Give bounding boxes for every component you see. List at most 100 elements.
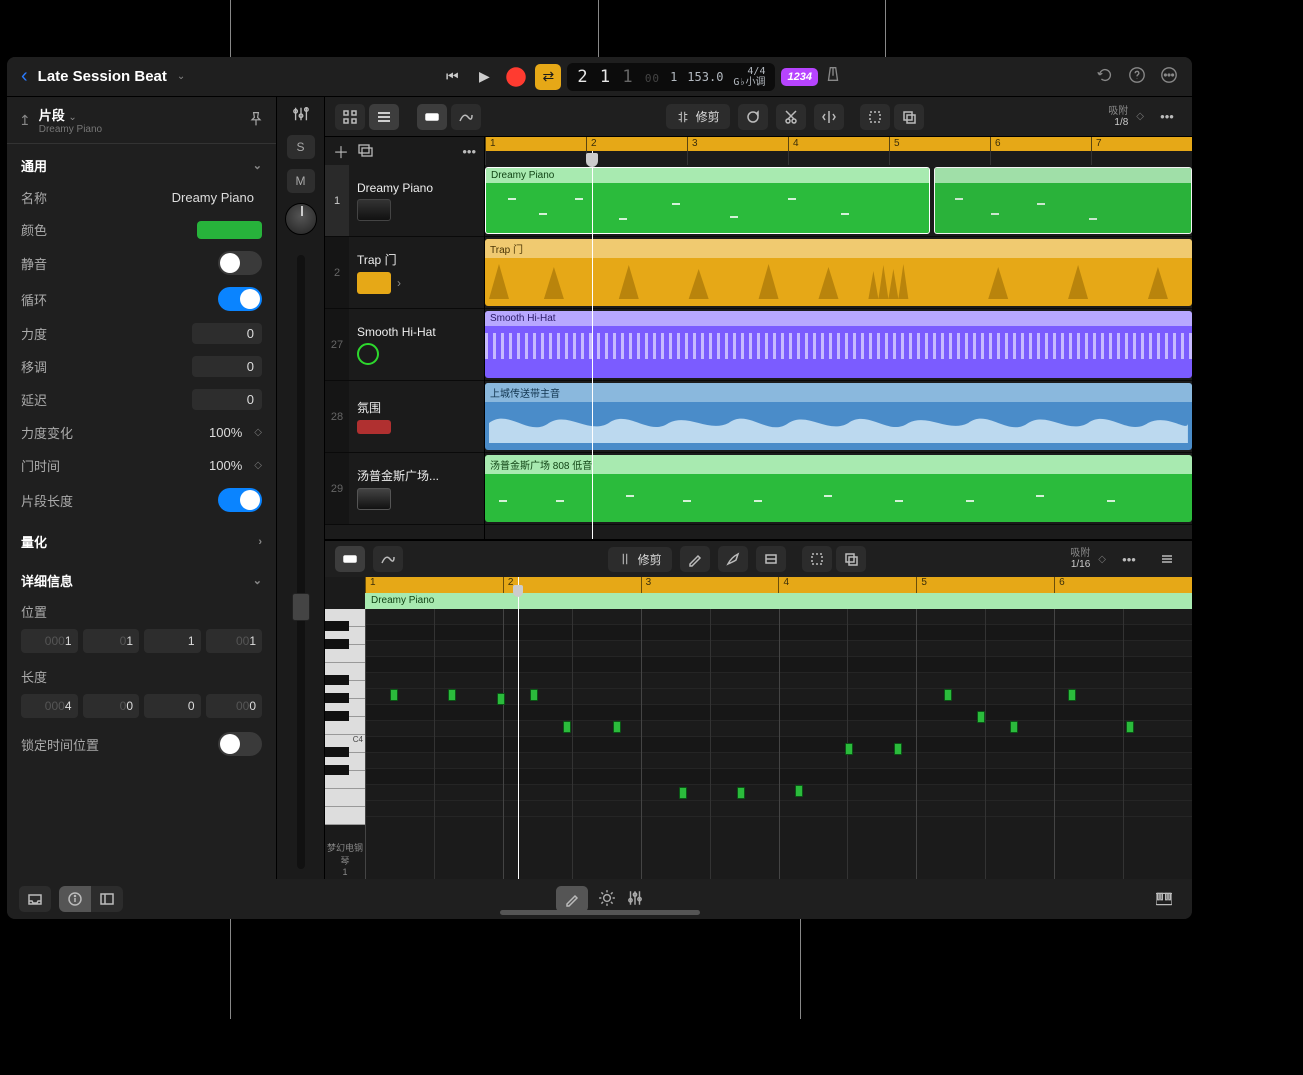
undo-button[interactable] xyxy=(1096,66,1114,87)
inspector-title-chevron-icon[interactable]: ⌄ xyxy=(68,112,76,123)
stepper-icon[interactable]: ◇ xyxy=(1136,111,1144,122)
track-header[interactable]: 1 Dreamy Piano xyxy=(325,165,484,237)
loop-toggle[interactable] xyxy=(218,287,262,311)
project-menu-chevron-icon[interactable]: ⌄ xyxy=(177,71,185,82)
midi-note[interactable] xyxy=(1126,721,1134,733)
lcd-display[interactable]: 2 1 1 00 1 153.0 4/4 G♭小调 xyxy=(567,63,775,91)
track-more-button[interactable]: ••• xyxy=(1152,104,1182,130)
name-field[interactable]: Dreamy Piano xyxy=(164,187,262,208)
stepper-icon[interactable]: ◇ xyxy=(254,460,262,471)
help-button[interactable] xyxy=(1128,66,1146,87)
midi-note[interactable] xyxy=(448,689,456,701)
transpose-field[interactable]: 0 xyxy=(192,356,262,377)
keyboard-button[interactable] xyxy=(1148,886,1180,912)
section-quantize[interactable]: 量化 › xyxy=(7,526,276,557)
midi-note[interactable] xyxy=(894,743,902,755)
track-header-more-button[interactable]: ••• xyxy=(462,144,476,159)
stepper-icon[interactable]: ◇ xyxy=(254,427,262,438)
locktime-toggle[interactable] xyxy=(218,732,262,756)
midi-note[interactable] xyxy=(563,721,571,733)
automation-view-button[interactable] xyxy=(373,546,403,572)
more-button[interactable] xyxy=(1160,66,1178,87)
editor-snap-setting[interactable]: 吸附1/16 xyxy=(1070,548,1090,570)
delay-field[interactable]: 0 xyxy=(192,389,262,410)
pencil-tool-button[interactable] xyxy=(680,546,710,572)
piano-keyboard[interactable]: C4 梦幻电钢琴1 xyxy=(325,577,365,879)
midi-note[interactable] xyxy=(737,787,745,799)
brightness-button[interactable] xyxy=(598,889,616,910)
chevron-right-icon[interactable]: › xyxy=(397,276,401,290)
stepper-icon[interactable]: ◇ xyxy=(1098,554,1106,565)
midi-note[interactable] xyxy=(977,711,985,723)
velocity-tool-button[interactable] xyxy=(756,546,786,572)
mixer-sliders-button[interactable] xyxy=(626,889,644,910)
split-button[interactable] xyxy=(814,104,844,130)
track-header[interactable]: 29 汤普金斯广场... xyxy=(325,453,484,525)
color-swatch[interactable] xyxy=(197,221,262,239)
midi-region[interactable]: Dreamy Piano xyxy=(485,167,930,234)
velscale-field[interactable]: 100% xyxy=(180,422,250,443)
cliplen-toggle[interactable] xyxy=(218,488,262,512)
editor-ruler[interactable]: 123456 xyxy=(365,577,1192,593)
marquee-button[interactable] xyxy=(802,546,832,572)
grid-view-button[interactable] xyxy=(335,104,365,130)
go-to-start-button[interactable]: ⏮ xyxy=(439,64,465,90)
copy-button[interactable] xyxy=(894,104,924,130)
pencil-mode-button[interactable] xyxy=(556,886,588,912)
track-header[interactable]: 2 Trap 门› xyxy=(325,237,484,309)
automation-view-button[interactable] xyxy=(451,104,481,130)
mute-toggle[interactable] xyxy=(218,251,262,275)
record-button[interactable] xyxy=(503,64,529,90)
volume-fader[interactable] xyxy=(297,255,305,869)
midi-note[interactable] xyxy=(497,693,505,705)
count-in-button[interactable]: 1234 xyxy=(781,68,817,86)
section-general[interactable]: 通用 ⌄ xyxy=(7,150,276,181)
scissors-button[interactable] xyxy=(776,104,806,130)
midi-note[interactable] xyxy=(795,785,803,797)
metronome-button[interactable] xyxy=(824,65,842,88)
copy-button[interactable] xyxy=(836,546,866,572)
track-header[interactable]: 27 Smooth Hi-Hat xyxy=(325,309,484,381)
editor-menu-button[interactable] xyxy=(1152,546,1182,572)
trim-tool-button[interactable]: 修剪 xyxy=(608,547,672,572)
midi-region[interactable] xyxy=(934,167,1192,234)
panels-button[interactable] xyxy=(91,886,123,912)
position-fields[interactable]: 00000011 01 1 001 xyxy=(7,627,276,661)
marquee-button[interactable] xyxy=(860,104,890,130)
mixer-icon[interactable] xyxy=(291,105,311,125)
editor-playhead[interactable] xyxy=(518,577,519,879)
midi-note[interactable] xyxy=(679,787,687,799)
brush-tool-button[interactable] xyxy=(718,546,748,572)
midi-note[interactable] xyxy=(390,689,398,701)
region-view-button[interactable] xyxy=(335,546,365,572)
loop-tool-button[interactable] xyxy=(738,104,768,130)
region-view-button[interactable] xyxy=(417,104,447,130)
list-view-button[interactable] xyxy=(369,104,399,130)
track-stack-button[interactable] xyxy=(357,142,373,161)
midi-note[interactable] xyxy=(530,689,538,701)
pan-knob[interactable] xyxy=(285,203,317,235)
section-details[interactable]: 详细信息 ⌄ xyxy=(7,565,276,596)
solo-button[interactable]: S xyxy=(287,135,315,159)
mute-button[interactable]: M xyxy=(287,169,315,193)
midi-note[interactable] xyxy=(613,721,621,733)
midi-note[interactable] xyxy=(1010,721,1018,733)
trim-tool-button[interactable]: 修剪 xyxy=(666,104,730,129)
editor-more-button[interactable]: ••• xyxy=(1114,546,1144,572)
inspector-up-icon[interactable]: ↥ xyxy=(19,112,31,129)
inbox-button[interactable] xyxy=(19,886,51,912)
playhead[interactable] xyxy=(592,137,593,539)
project-title[interactable]: Late Session Beat xyxy=(38,68,167,85)
back-button[interactable]: ‹ xyxy=(21,65,28,88)
piano-roll-grid[interactable]: 123456 Dreamy Piano xyxy=(365,577,1192,879)
pin-button[interactable] xyxy=(248,111,264,130)
gate-field[interactable]: 100% xyxy=(180,455,250,476)
info-button[interactable] xyxy=(59,886,91,912)
midi-note[interactable] xyxy=(944,689,952,701)
track-header[interactable]: 28 氛围 xyxy=(325,381,484,453)
add-track-button[interactable]: ＋ xyxy=(333,139,349,163)
midi-note[interactable] xyxy=(1068,689,1076,701)
velocity-field[interactable]: 0 xyxy=(192,323,262,344)
play-button[interactable]: ▶ xyxy=(471,64,497,90)
length-fields[interactable]: 0004 00 0 000 xyxy=(7,692,276,726)
